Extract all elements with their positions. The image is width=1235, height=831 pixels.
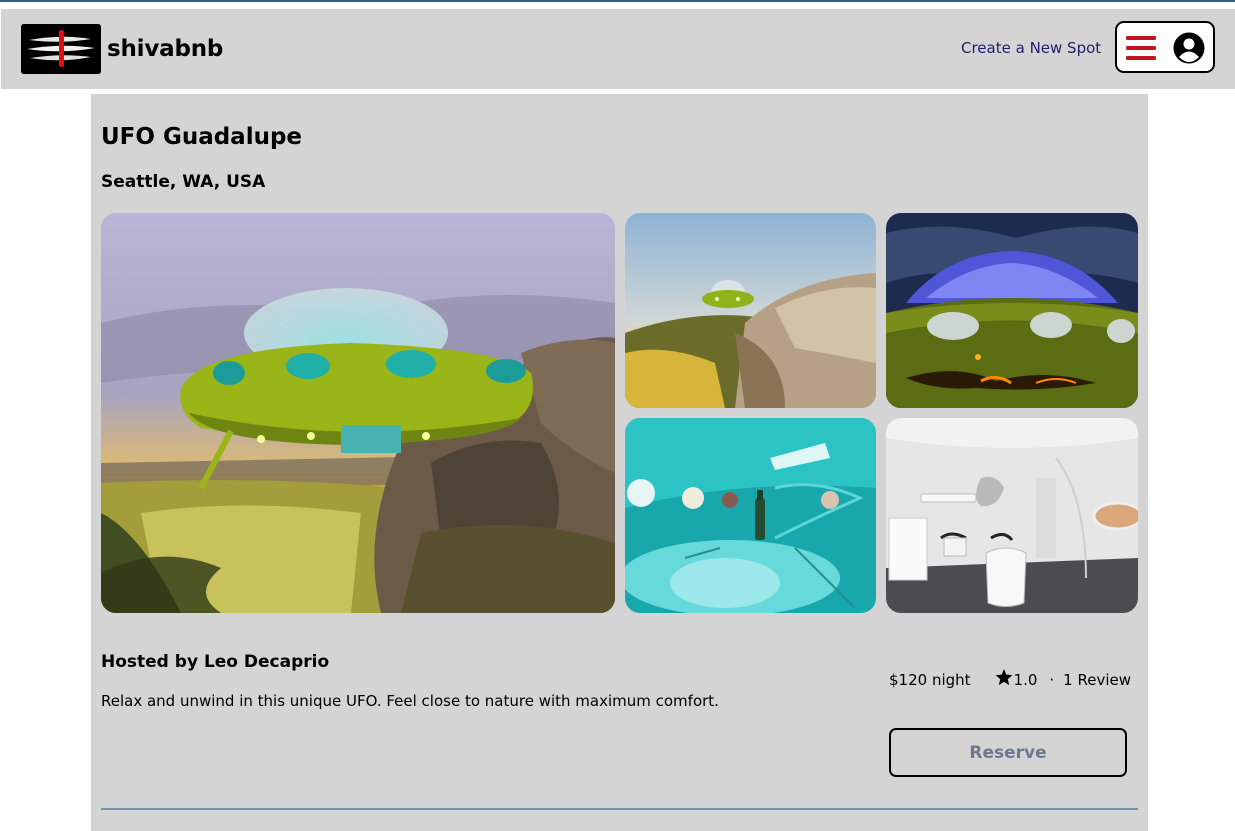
user-circle-icon: [1173, 32, 1205, 68]
separator: ·: [1049, 670, 1055, 689]
spot-image-3[interactable]: [886, 213, 1138, 408]
price: $120 night: [889, 670, 971, 689]
host-name: Hosted by Leo Decaprio: [101, 652, 330, 672]
star-icon: [995, 669, 1013, 690]
reserve-button[interactable]: Reserve: [889, 728, 1127, 777]
spot-location: Seattle, WA, USA: [101, 172, 266, 192]
rating: 1.0 · 1 Review: [995, 669, 1131, 690]
spot-details: UFO Guadalupe Seattle, WA, USA Hosted by…: [91, 94, 1148, 831]
review-count: 1 Review: [1063, 670, 1132, 689]
profile-menu-button[interactable]: [1115, 21, 1215, 73]
header: shivabnb Create a New Spot: [1, 9, 1235, 89]
spot-description: Relax and unwind in this unique UFO. Fee…: [101, 692, 719, 710]
section-divider: [101, 808, 1138, 810]
hamburger-icon: [1126, 35, 1156, 65]
top-rule: [0, 0, 1235, 2]
spot-image-2[interactable]: [625, 213, 876, 408]
home-link[interactable]: shivabnb: [21, 24, 223, 74]
rating-value: 1.0: [1013, 670, 1038, 689]
spot-image-4[interactable]: [625, 418, 876, 613]
spot-image-main[interactable]: [101, 213, 615, 613]
brand-name: shivabnb: [107, 36, 224, 62]
logo: [21, 24, 101, 74]
spot-image-5[interactable]: [886, 418, 1138, 613]
spot-title: UFO Guadalupe: [101, 124, 303, 150]
booking-summary: $120 night 1.0 · 1 Review: [889, 669, 1131, 690]
create-new-spot-link[interactable]: Create a New Spot: [961, 39, 1101, 57]
